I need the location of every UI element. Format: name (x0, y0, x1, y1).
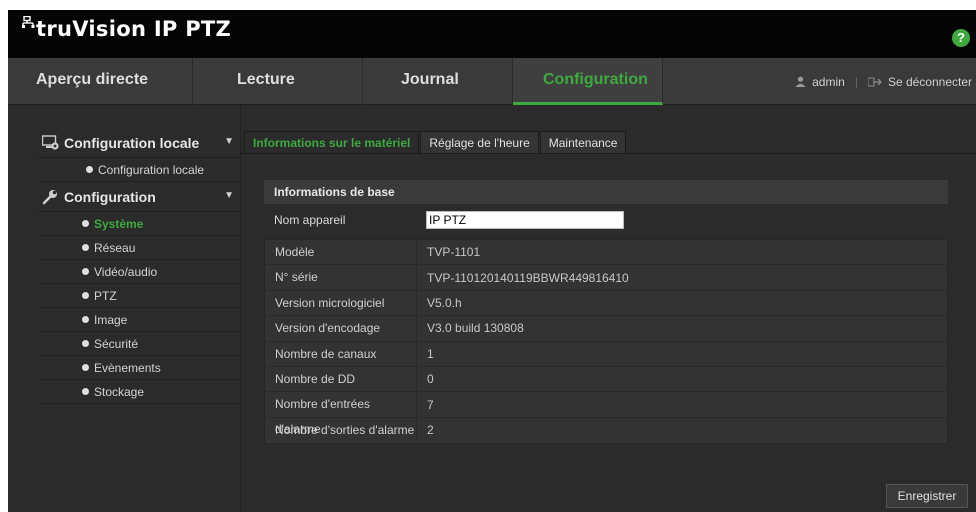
sidebar-item-label: Evènements (94, 360, 161, 375)
bullet-icon (82, 244, 89, 251)
sidebar-item-label: Stockage (94, 384, 145, 399)
row-value: 0 (427, 372, 434, 387)
chevron-down-icon[interactable]: ▼ (224, 190, 234, 201)
tab-playback[interactable]: Lecture (193, 58, 363, 105)
row-label: Nombre de DD (265, 366, 417, 392)
network-logo-icon (22, 16, 35, 28)
bullet-icon (82, 220, 89, 227)
subtab-bar: Informations sur le matériel Réglage de … (244, 131, 627, 154)
tab-log[interactable]: Journal (363, 58, 513, 105)
sidebar-item-storage[interactable]: Stockage (38, 380, 240, 404)
table-row: Version d'encodage V3.0 build 130808 (265, 316, 947, 342)
sidebar-item-label: Configuration locale (98, 162, 205, 177)
logout-icon[interactable] (867, 77, 882, 87)
row-label: Modèle (265, 240, 417, 265)
app-window: truVision IP PTZ ? Aperçu directe Lectur… (8, 10, 976, 512)
sidebar-item-events[interactable]: Evènements (38, 356, 240, 380)
row-value: 1 (427, 346, 434, 361)
sidebar-item-image[interactable]: Image (38, 308, 240, 332)
sidebar-section-local[interactable]: Configuration locale ▼ (38, 128, 240, 158)
table-row: Nombre de DD 0 (265, 366, 947, 393)
row-value: TVP-1101 (427, 245, 481, 260)
sidebar-item-label: Vidéo/audio (94, 264, 158, 279)
row-label: N° série (265, 265, 417, 290)
sidebar-section-local-label: Configuration locale (64, 134, 200, 151)
wrench-icon (42, 189, 57, 204)
sidebar-item-label: Système (94, 216, 144, 231)
sidebar-section-config-label: Configuration (64, 188, 156, 205)
device-name-row: Nom appareil (264, 206, 948, 234)
app-logo: truVision IP PTZ (22, 14, 231, 44)
table-row: Nombre de canaux 1 (265, 341, 947, 367)
bullet-icon (82, 340, 89, 347)
sidebar-item-label: Image (94, 312, 128, 327)
sidebar-item-ptz[interactable]: PTZ (38, 284, 240, 308)
table-row: Nombre d'sorties d'alarme 2 (265, 417, 947, 444)
table-row: N° série TVP-110120140119BBWR449816410 (265, 265, 947, 291)
logout-link[interactable]: Se déconnecter (888, 60, 972, 104)
tab-time-settings[interactable]: Réglage de l'heure (420, 131, 539, 154)
bullet-icon (82, 364, 89, 371)
bullet-icon (86, 166, 93, 173)
sidebar-item-video-audio[interactable]: Vidéo/audio (38, 260, 240, 284)
row-label: Nombre de canaux (265, 341, 417, 366)
sidebar-section-config[interactable]: Configuration ▼ (38, 182, 240, 212)
row-value: V5.0.h (427, 295, 462, 310)
basic-info-section: Informations de base Nom appareil Modèle… (264, 180, 948, 445)
sidebar-item-local-config[interactable]: Configuration locale (38, 158, 240, 182)
row-value: TVP-110120140119BBWR449816410 (427, 270, 629, 285)
app-title: truVision IP PTZ (36, 17, 232, 41)
tab-configuration[interactable]: Configuration (513, 58, 663, 105)
section-title: Informations de base (264, 180, 948, 204)
chevron-down-icon[interactable]: ▼ (224, 136, 234, 147)
main-panel: Informations sur le matériel Réglage de … (240, 105, 976, 512)
sidebar-item-label: Réseau (94, 240, 136, 255)
tab-hardware-info[interactable]: Informations sur le matériel (244, 131, 420, 154)
device-name-label: Nom appareil (274, 213, 346, 227)
divider (241, 153, 976, 154)
row-value: V3.0 build 130808 (427, 321, 524, 336)
bullet-icon (82, 316, 89, 323)
help-icon[interactable]: ? (952, 29, 970, 47)
top-header: truVision IP PTZ ? (8, 10, 976, 58)
row-value: 7 (427, 397, 434, 412)
row-label: Version d'encodage (265, 316, 417, 341)
tab-live-view[interactable]: Aperçu directe (8, 58, 193, 105)
user-icon (795, 76, 806, 87)
user-area: admin | Se déconnecter (795, 58, 976, 105)
sidebar-panel: Configuration locale ▼ Configuration loc… (38, 128, 240, 404)
sidebar-item-network[interactable]: Réseau (38, 236, 240, 260)
bullet-icon (82, 388, 89, 395)
bullet-icon (82, 292, 89, 299)
sidebar-item-security[interactable]: Sécurité (38, 332, 240, 356)
info-table: Modèle TVP-1101 N° série TVP-11012014011… (264, 239, 948, 445)
table-row: Version micrologiciel V5.0.h (265, 290, 947, 317)
device-name-input[interactable] (426, 211, 624, 229)
sidebar-item-label: PTZ (94, 288, 117, 303)
tab-maintenance[interactable]: Maintenance (539, 131, 627, 154)
row-value: 2 (427, 423, 434, 438)
save-button[interactable]: Enregistrer (886, 484, 968, 508)
main-nav: Aperçu directe Lecture Journal Configura… (8, 58, 976, 105)
username: admin (812, 74, 845, 89)
table-row: Modèle TVP-1101 (265, 240, 947, 266)
row-label: Nombre d'sorties d'alarme (265, 417, 417, 444)
row-label: Nombre d'entrées d'alarme (265, 392, 417, 436)
bullet-icon (82, 268, 89, 275)
separator: | (854, 74, 858, 89)
sidebar-item-system[interactable]: Système (38, 212, 240, 236)
table-row: Nombre d'entrées d'alarme 7 (265, 392, 947, 436)
row-label: Version micrologiciel (265, 290, 417, 316)
computer-settings-icon (42, 134, 59, 150)
sidebar: Configuration locale ▼ Configuration loc… (8, 105, 240, 512)
sidebar-item-label: Sécurité (94, 336, 139, 351)
